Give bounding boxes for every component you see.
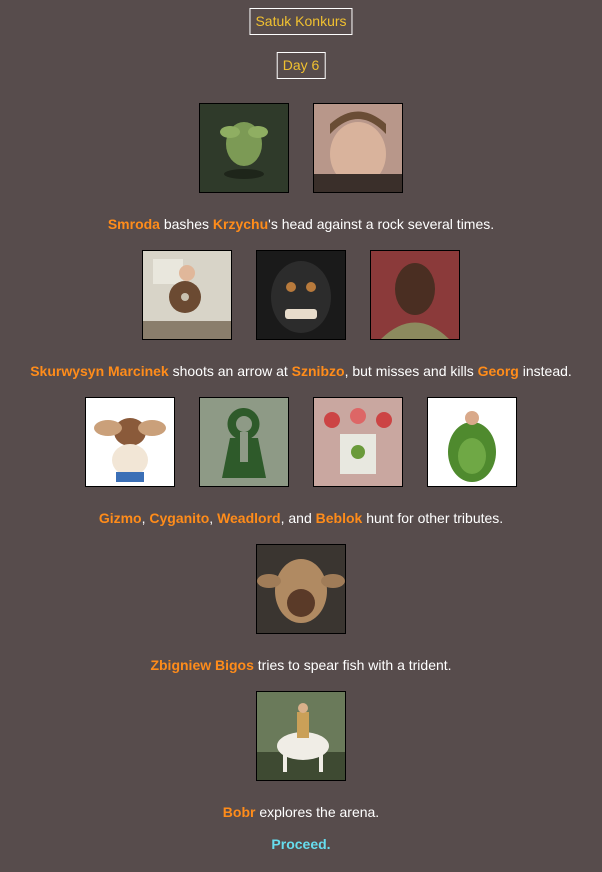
tribute-name: Smroda — [107, 216, 160, 232]
rider-on-white-horse-painting — [256, 691, 346, 781]
tribute-name: Krzychu — [212, 216, 269, 232]
event-4-text: Zbigniew Bigos tries to spear fish with … — [150, 657, 452, 673]
man-with-disk-photo — [142, 250, 232, 340]
event-1-text: Smroda bashes Krzychu's head against a r… — [107, 216, 495, 232]
tribute-name: Cyganito — [149, 510, 210, 526]
tribute-name: Sznibzo — [291, 363, 345, 379]
event-2-text: Skurwysyn Marcinek shoots an arrow at Sz… — [30, 363, 572, 379]
tribute-name: Gizmo — [98, 510, 142, 526]
tribute-name: Georg — [477, 363, 519, 379]
man-with-scarf-photo — [370, 250, 460, 340]
tribute-name: Bobr — [222, 804, 256, 820]
avocado-costume-photo — [427, 397, 517, 487]
keyhole-tomb-aerial-photo — [199, 397, 289, 487]
event-3-text: Gizmo, Cyganito, Weadlord, and Beblok hu… — [98, 510, 504, 526]
event-3-images — [0, 397, 602, 487]
smiling-man-photo — [313, 103, 403, 193]
event-5-text: Bobr explores the arena. — [222, 804, 380, 820]
tribute-name: Beblok — [315, 510, 363, 526]
page: Satuk Konkurs Day 6 Smroda bashes Krzych… — [0, 0, 602, 872]
event-5-images — [0, 691, 602, 781]
proceed-row: Proceed. — [0, 835, 602, 853]
tribute-name: Zbigniew Bigos — [150, 657, 254, 673]
day-label: Day 6 — [276, 52, 326, 79]
proceed-link[interactable]: Proceed. — [271, 836, 330, 852]
event-4-images — [0, 544, 602, 634]
crowd-photo — [313, 397, 403, 487]
event-2-images — [0, 250, 602, 340]
page-title: Satuk Konkurs — [249, 8, 353, 35]
gremlin-toy-photo — [85, 397, 175, 487]
monkey-selfie-photo — [256, 250, 346, 340]
yoda-mask-face-photo — [256, 544, 346, 634]
tribute-name: Weadlord — [217, 510, 281, 526]
yoda-like-head-photo — [199, 103, 289, 193]
event-1-images — [0, 103, 602, 193]
tribute-name: Skurwysyn Marcinek — [30, 363, 169, 379]
